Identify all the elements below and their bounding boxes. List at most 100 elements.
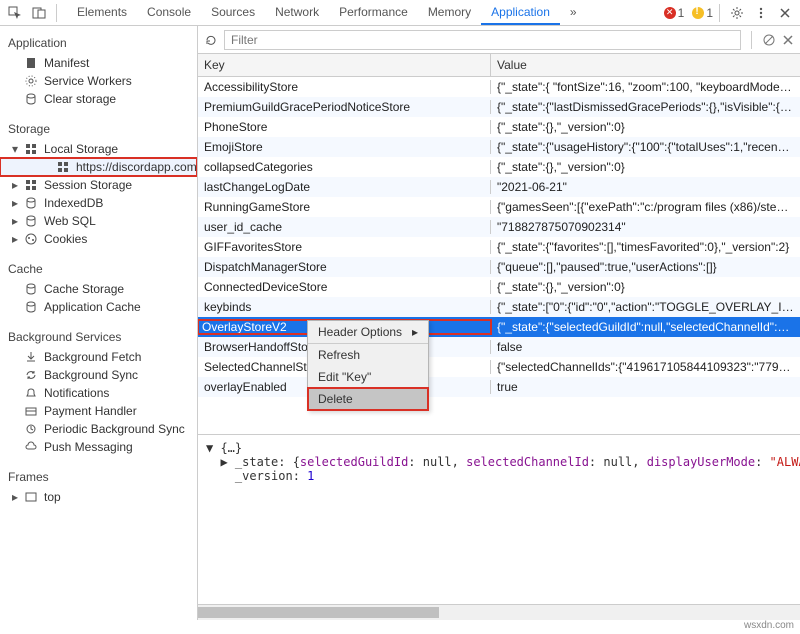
table-row[interactable]: GIFFavoritesStore{"_state":{"favorites":… xyxy=(198,237,800,257)
cell-key[interactable]: user_id_cache xyxy=(198,220,491,234)
divider xyxy=(751,31,752,49)
sidebar-item-session-storage[interactable]: ▸Session Storage xyxy=(0,176,197,194)
cell-value[interactable]: {"_state":{"lastDismissedGracePeriods":{… xyxy=(491,100,800,114)
tab-console[interactable]: Console xyxy=(137,0,201,25)
device-toggle-icon[interactable] xyxy=(28,2,50,24)
table-row[interactable]: EmojiStore{"_state":{"usageHistory":{"10… xyxy=(198,137,800,157)
cell-value[interactable]: {"_state":["0":{"id":"0","action":"TOGGL… xyxy=(491,300,800,314)
header-key[interactable]: Key xyxy=(198,54,491,76)
table-row[interactable]: lastChangeLogDate"2021-06-21" xyxy=(198,177,800,197)
close-icon[interactable] xyxy=(782,34,794,46)
sidebar-item-periodic-bg-sync[interactable]: Periodic Background Sync xyxy=(0,420,197,438)
chevron-down-icon[interactable]: ▾ xyxy=(10,142,20,156)
header-value[interactable]: Value xyxy=(491,54,800,76)
sidebar-item-payment-handler[interactable]: Payment Handler xyxy=(0,402,197,420)
table-row[interactable]: OverlayStoreV2{"_state":{"selectedGuildI… xyxy=(198,317,800,337)
sidebar-item-bg-fetch[interactable]: Background Fetch xyxy=(0,348,197,366)
chevron-right-icon[interactable]: ▸ xyxy=(10,232,20,246)
sidebar-item-origin[interactable]: https://discordapp.com xyxy=(0,158,197,176)
chevron-right-icon[interactable]: ▸ xyxy=(10,214,20,228)
fetch-icon xyxy=(24,350,38,364)
clear-icon[interactable] xyxy=(762,33,776,47)
sidebar-item-manifest[interactable]: Manifest xyxy=(0,54,197,72)
sidebar-item-websql[interactable]: ▸Web SQL xyxy=(0,212,197,230)
inspect-icon[interactable] xyxy=(4,2,26,24)
cell-value[interactable]: true xyxy=(491,380,800,394)
table-row[interactable]: BrowserHandoffStorefalse xyxy=(198,337,800,357)
chevron-right-icon[interactable]: ▸ xyxy=(10,196,20,210)
horizontal-scrollbar[interactable] xyxy=(198,604,800,620)
cell-value[interactable]: "2021-06-21" xyxy=(491,180,800,194)
sync-icon xyxy=(24,368,38,382)
cell-key[interactable]: EmojiStore xyxy=(198,140,491,154)
cell-key[interactable]: keybinds xyxy=(198,300,491,314)
table-row[interactable]: PremiumGuildGracePeriodNoticeStore{"_sta… xyxy=(198,97,800,117)
refresh-icon[interactable] xyxy=(204,33,218,47)
cell-value[interactable]: {"_state":{"usageHistory":{"100":{"total… xyxy=(491,140,800,154)
cell-key[interactable]: GIFFavoritesStore xyxy=(198,240,491,254)
tabs-overflow[interactable]: » xyxy=(560,0,587,25)
ctx-refresh[interactable]: Refresh xyxy=(308,344,428,366)
table-row[interactable]: DispatchManagerStore{"queue":[],"paused"… xyxy=(198,257,800,277)
cell-key[interactable]: collapsedCategories xyxy=(198,160,491,174)
kebab-menu-icon[interactable] xyxy=(750,2,772,24)
cell-value[interactable]: {"_state":{},"_version":0} xyxy=(491,120,800,134)
sidebar-item-indexeddb[interactable]: ▸IndexedDB xyxy=(0,194,197,212)
tab-sources[interactable]: Sources xyxy=(201,0,265,25)
cell-value[interactable]: false xyxy=(491,340,800,354)
table-row[interactable]: AccessibilityStore{"_state":{ "fontSize"… xyxy=(198,77,800,97)
cell-value[interactable]: "718827875070902314" xyxy=(491,220,800,234)
cell-value[interactable]: {"_state":{"selectedGuildId":null,"selec… xyxy=(491,320,800,334)
close-devtools-icon[interactable] xyxy=(774,2,796,24)
cell-value[interactable]: {"gamesSeen":[{"exePath":"c:/program fil… xyxy=(491,200,800,214)
sidebar-item-frame-top[interactable]: ▸top xyxy=(0,488,197,506)
table-row[interactable]: ConnectedDeviceStore{"_state":{},"_versi… xyxy=(198,277,800,297)
sidebar-item-clear-storage[interactable]: Clear storage xyxy=(0,90,197,108)
tab-performance[interactable]: Performance xyxy=(329,0,418,25)
table-row[interactable]: user_id_cache"718827875070902314" xyxy=(198,217,800,237)
chevron-right-icon[interactable]: ▸ xyxy=(10,178,20,192)
sidebar-item-cookies[interactable]: ▸Cookies xyxy=(0,230,197,248)
cell-key[interactable]: PhoneStore xyxy=(198,120,491,134)
cell-key[interactable]: DispatchManagerStore xyxy=(198,260,491,274)
sidebar-item-bg-sync[interactable]: Background Sync xyxy=(0,366,197,384)
sidebar-item-application-cache[interactable]: Application Cache xyxy=(0,298,197,316)
warning-count[interactable]: 1 xyxy=(692,6,713,20)
tab-memory[interactable]: Memory xyxy=(418,0,481,25)
database-icon xyxy=(24,300,38,314)
tab-application[interactable]: Application xyxy=(481,0,560,25)
table-row[interactable]: PhoneStore{"_state":{},"_version":0} xyxy=(198,117,800,137)
ctx-delete[interactable]: Delete xyxy=(308,388,428,410)
cell-key[interactable]: RunningGameStore xyxy=(198,200,491,214)
ctx-header-options[interactable]: Header Options▸ xyxy=(308,321,428,344)
cell-value[interactable]: {"_state":{},"_version":0} xyxy=(491,160,800,174)
table-row[interactable]: SelectedChannelStore{"selectedChannelIds… xyxy=(198,357,800,377)
error-count[interactable]: ✕ 1 xyxy=(664,6,685,20)
sidebar-item-push-messaging[interactable]: Push Messaging xyxy=(0,438,197,456)
scrollbar-thumb[interactable] xyxy=(198,607,439,618)
table-row[interactable]: RunningGameStore{"gamesSeen":[{"exePath"… xyxy=(198,197,800,217)
table-row[interactable]: overlayEnabledtrue xyxy=(198,377,800,397)
cell-key[interactable]: AccessibilityStore xyxy=(198,80,491,94)
sidebar-item-cache-storage[interactable]: Cache Storage xyxy=(0,280,197,298)
sidebar-item-service-workers[interactable]: Service Workers xyxy=(0,72,197,90)
tab-network[interactable]: Network xyxy=(265,0,329,25)
sidebar-item-notifications[interactable]: Notifications xyxy=(0,384,197,402)
filter-input[interactable] xyxy=(224,30,741,50)
ctx-edit-key[interactable]: Edit "Key" xyxy=(308,366,428,388)
cell-value[interactable]: {"selectedChannelIds":{"4196171058441093… xyxy=(491,360,800,374)
table-row[interactable]: collapsedCategories{"_state":{},"_versio… xyxy=(198,157,800,177)
tab-elements[interactable]: Elements xyxy=(67,0,137,25)
cell-value[interactable]: {"_state":{"favorites":[],"timesFavorite… xyxy=(491,240,800,254)
cell-value[interactable]: {"_state":{},"_version":0} xyxy=(491,280,800,294)
cell-key[interactable]: PremiumGuildGracePeriodNoticeStore xyxy=(198,100,491,114)
cell-value[interactable]: {"queue":[],"paused":true,"userActions":… xyxy=(491,260,800,274)
settings-icon[interactable] xyxy=(726,2,748,24)
cell-key[interactable]: ConnectedDeviceStore xyxy=(198,280,491,294)
table-row[interactable]: keybinds{"_state":["0":{"id":"0","action… xyxy=(198,297,800,317)
sidebar-item-local-storage[interactable]: ▾Local Storage xyxy=(0,140,197,158)
chevron-right-icon: ▸ xyxy=(412,325,418,339)
cell-value[interactable]: {"_state":{ "fontSize":16, "zoom":100, "… xyxy=(491,80,800,94)
chevron-right-icon[interactable]: ▸ xyxy=(10,490,20,504)
cell-key[interactable]: lastChangeLogDate xyxy=(198,180,491,194)
